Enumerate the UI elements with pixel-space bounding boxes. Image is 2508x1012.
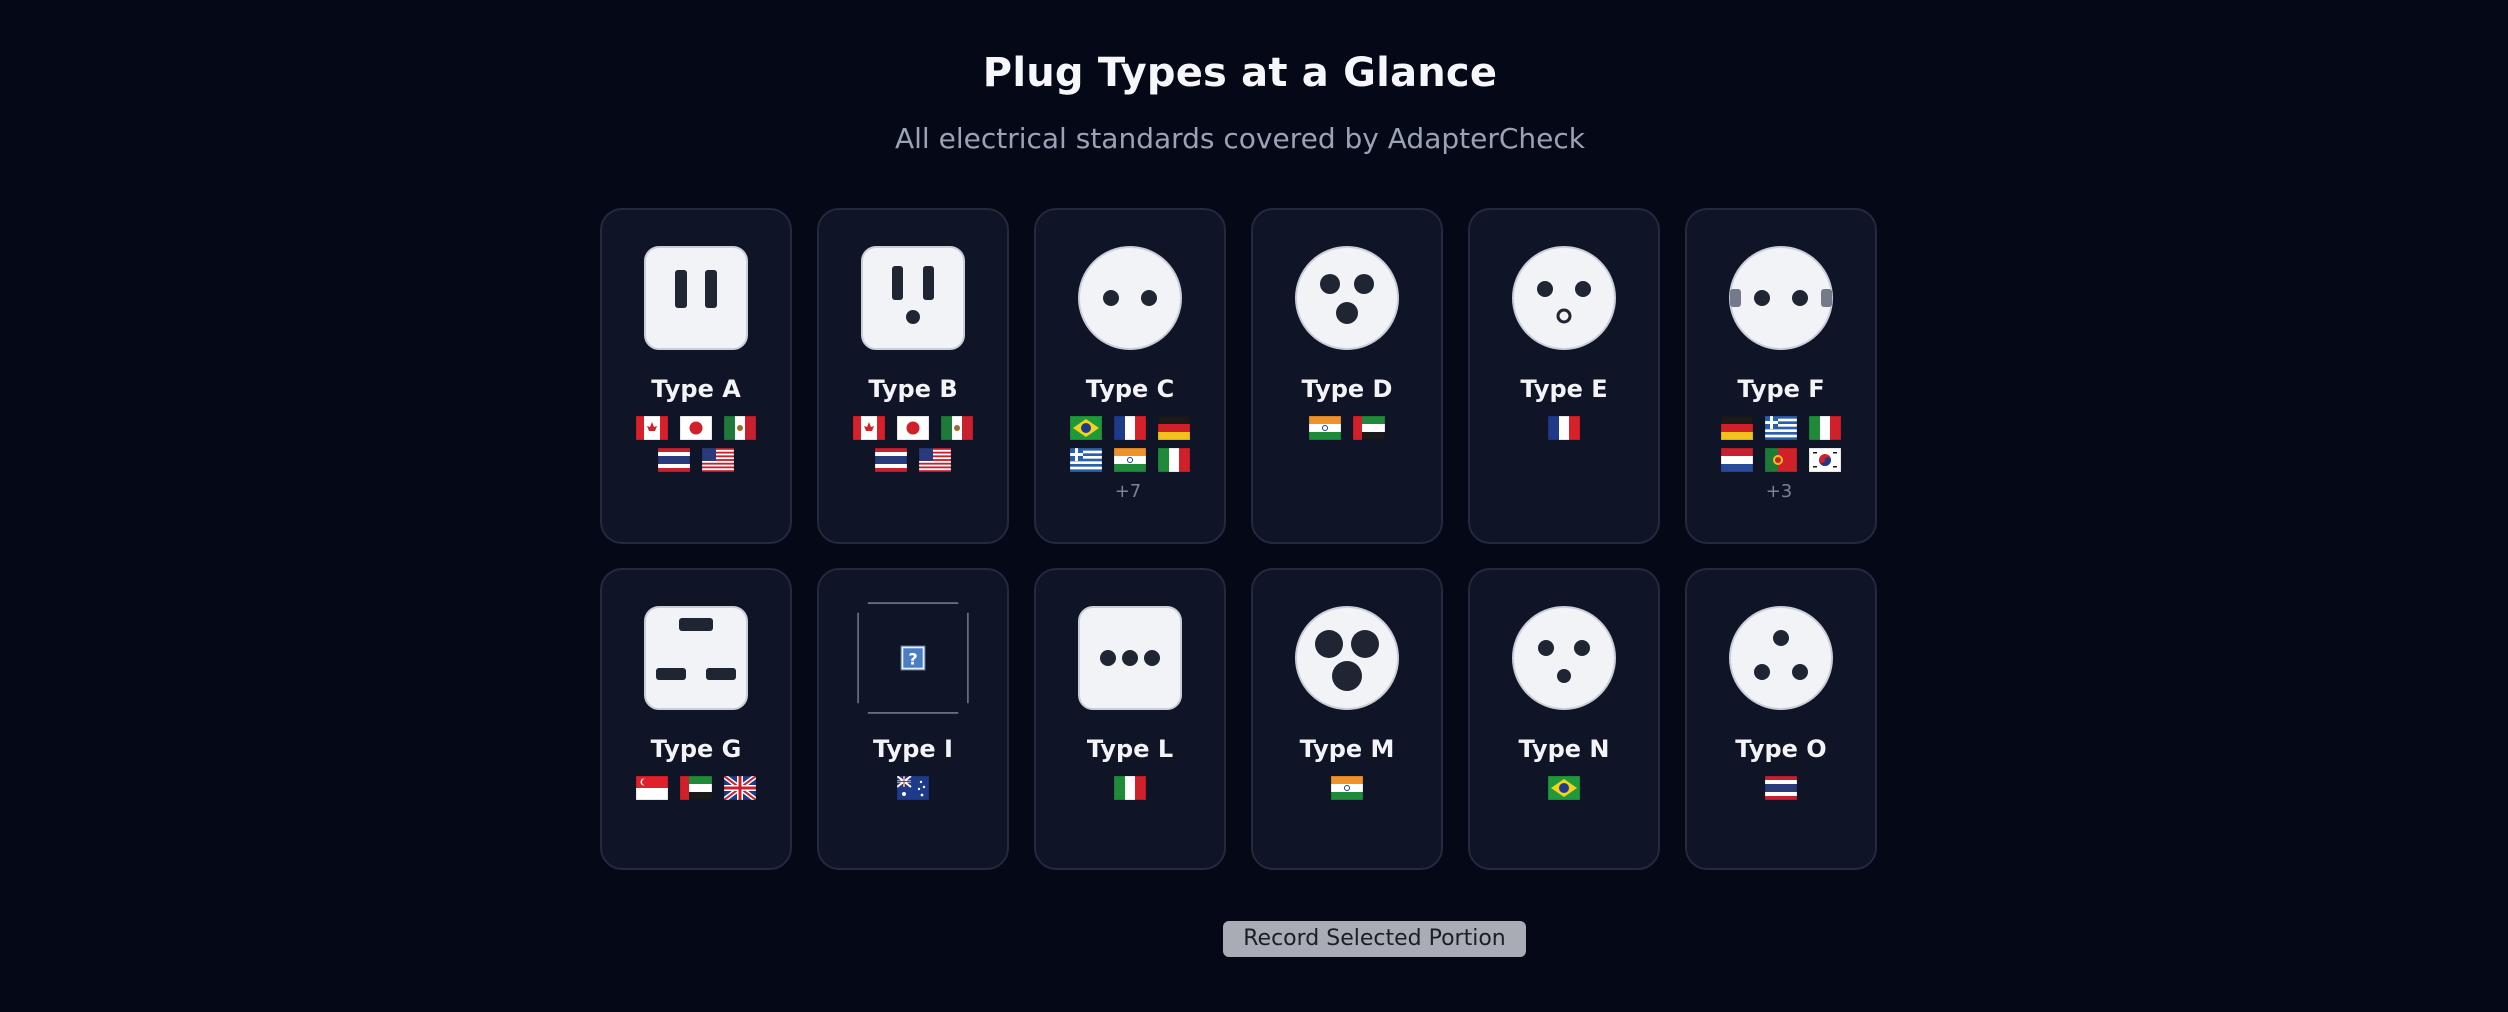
page-title: Plug Types at a Glance [982,50,1498,96]
flag-au-icon [897,776,929,800]
country-flags [1272,776,1422,800]
flag-ca-icon [636,416,668,440]
country-flags [838,416,988,472]
flag-mx-icon [941,416,973,440]
outlet-type-o-icon [1729,606,1833,710]
plug-type-label: Type I [873,735,953,763]
outlet-type-b-icon [861,246,965,350]
flag-ae-icon [680,776,712,800]
plug-card-type-c[interactable]: Type C +7 [1034,208,1226,544]
outlet-type-n-icon [1512,606,1616,710]
country-flags [621,776,771,800]
plug-card-type-f[interactable]: Type F +3 [1685,208,1877,544]
flag-th-icon [658,448,690,472]
flag-de-icon [1158,416,1190,440]
flag-th-icon [875,448,907,472]
more-countries-count: +3 [1765,481,1793,502]
country-flags [1489,776,1639,800]
flag-it-icon [1809,416,1841,440]
flag-us-icon [702,448,734,472]
plug-type-label: Type N [1518,735,1610,763]
outlet-type-d-icon [1295,246,1399,350]
plug-type-label: Type E [1520,375,1608,403]
plug-type-label: Type L [1086,735,1174,763]
flag-nl-icon [1721,448,1753,472]
country-flags [621,416,771,472]
record-selected-portion-button[interactable]: Record Selected Portion [1223,921,1526,957]
flag-gr-icon [1765,416,1797,440]
flag-in-icon [1114,448,1146,472]
plug-card-type-o[interactable]: Type O [1685,568,1877,870]
flag-in-icon [1331,776,1363,800]
flag-it-icon [1158,448,1190,472]
more-countries-count: +7 [1114,481,1142,502]
plug-card-type-a[interactable]: Type A [600,208,792,544]
plug-card-type-i[interactable]: ? Type I [817,568,1009,870]
country-flags: +7 [1055,416,1205,504]
flag-pt-icon [1765,448,1797,472]
plug-type-label: Type D [1301,375,1393,403]
page-subtitle: All electrical standards covered by Adap… [894,122,1585,155]
country-flags [1706,776,1856,800]
flag-it-icon [1114,776,1146,800]
plug-card-type-n[interactable]: Type N [1468,568,1660,870]
plug-type-label: Type G [650,735,742,763]
flag-us-icon [919,448,951,472]
plug-type-label: Type M [1299,735,1395,763]
plug-card-type-m[interactable]: Type M [1251,568,1443,870]
flag-ae-icon [1353,416,1385,440]
flag-br-icon [1070,416,1102,440]
outlet-type-a-icon [644,246,748,350]
plug-card-type-l[interactable]: Type L [1034,568,1226,870]
plug-card-type-e[interactable]: Type E [1468,208,1660,544]
flag-th-icon [1765,776,1797,800]
flag-gr-icon [1070,448,1102,472]
plug-card-type-d[interactable]: Type D [1251,208,1443,544]
plug-grid-row-1: Type A Type B Type C +7 Type D Type E Ty… [600,208,1880,544]
page: Plug Types at a Glance All electrical st… [0,0,2508,1012]
flag-fr-icon [1114,416,1146,440]
plug-type-label: Type C [1085,375,1175,403]
flag-jp-icon [680,416,712,440]
plug-type-label: Type F [1737,375,1825,403]
flag-in-icon [1309,416,1341,440]
plug-type-label: Type A [651,375,741,403]
country-flags [1489,416,1639,440]
missing-image-icon: ? [857,602,969,714]
plug-card-type-g[interactable]: Type G [600,568,792,870]
outlet-type-m-icon [1295,606,1399,710]
outlet-type-l-icon [1078,606,1182,710]
flag-br-icon [1548,776,1580,800]
flag-sg-icon [636,776,668,800]
svg-text:?: ? [908,649,917,668]
flag-mx-icon [724,416,756,440]
flag-fr-icon [1548,416,1580,440]
outlet-type-g-icon [644,606,748,710]
flag-de-icon [1721,416,1753,440]
country-flags [838,776,988,800]
outlet-type-e-icon [1512,246,1616,350]
flag-gb-icon [724,776,756,800]
outlet-type-f-icon [1729,246,1833,350]
plug-card-type-b[interactable]: Type B [817,208,1009,544]
plug-grid-row-2: Type G ? Type I Type L Type M Type N Typ… [600,568,1880,870]
country-flags: +3 [1706,416,1856,504]
plug-type-label: Type O [1735,735,1827,763]
flag-jp-icon [897,416,929,440]
country-flags [1272,416,1422,440]
country-flags [1055,776,1205,800]
flag-kr-icon [1809,448,1841,472]
outlet-type-c-icon [1078,246,1182,350]
plug-type-label: Type B [868,375,958,403]
flag-ca-icon [853,416,885,440]
